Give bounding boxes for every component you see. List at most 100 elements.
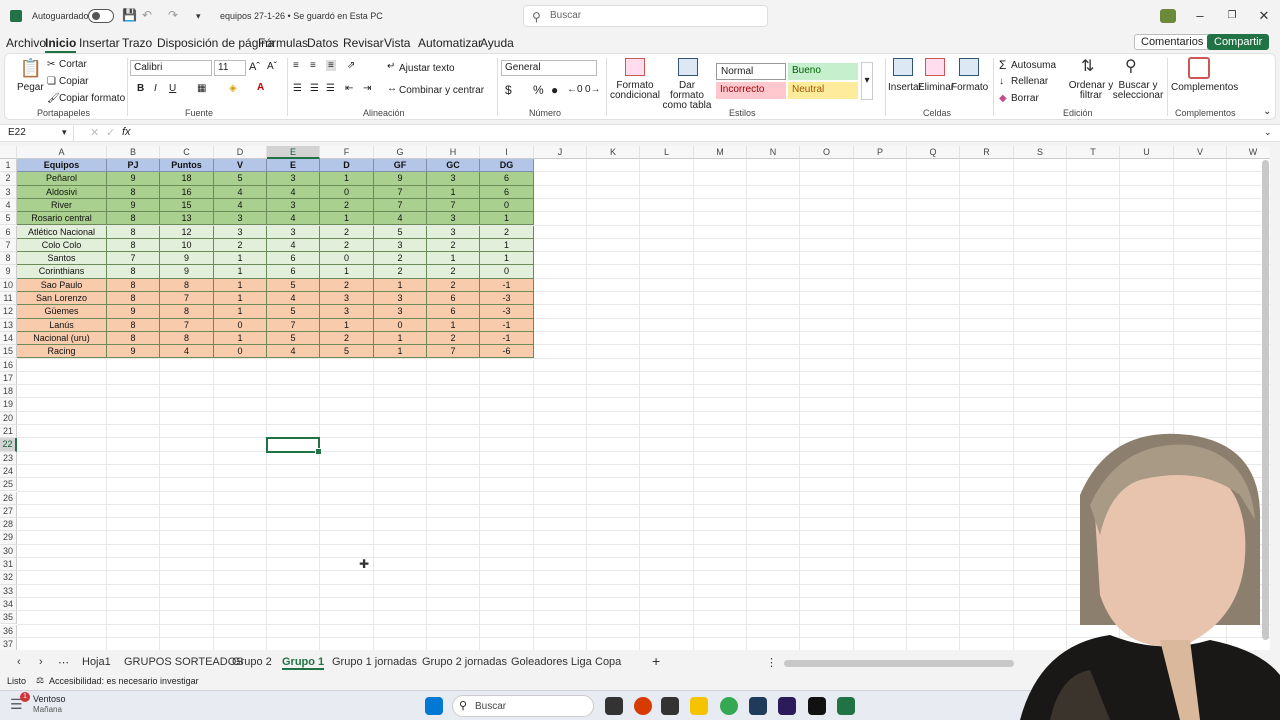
sheet-tab-grupo-2[interactable]: Grupo 2 [232, 656, 272, 668]
weather-subtitle[interactable]: Mañana [33, 705, 62, 714]
column-header-c[interactable]: C [160, 146, 214, 159]
stat-cell[interactable]: 1 [214, 331, 267, 346]
column-header-e[interactable]: E [267, 146, 320, 159]
stat-cell[interactable]: 4 [374, 212, 427, 226]
conditional-format-icon[interactable] [625, 58, 645, 76]
align-middle-icon[interactable]: ≡ [310, 60, 316, 71]
row-header-30[interactable]: 30 [0, 544, 17, 558]
stat-cell[interactable]: 5 [214, 172, 267, 186]
table-header-cell[interactable]: Equipos [17, 159, 107, 173]
stat-cell[interactable]: 2 [320, 238, 374, 253]
format-table-icon[interactable] [678, 58, 698, 76]
redo-icon[interactable]: ↷ [168, 8, 178, 22]
stat-cell[interactable]: 3 [374, 292, 427, 306]
clear-button[interactable]: Borrar [1011, 93, 1039, 104]
stat-cell[interactable]: -1 [480, 331, 534, 346]
sheet-tab-grupo-1[interactable]: Grupo 1 [282, 656, 325, 670]
weather-title[interactable]: Ventoso [33, 694, 66, 704]
sheet-tab-copa[interactable]: Copa [595, 656, 621, 668]
tab-disposicion[interactable]: Disposición de página [157, 36, 274, 50]
tab-inicio[interactable]: Inicio [45, 36, 77, 53]
row-header-11[interactable]: 11 [0, 292, 17, 306]
row-header-19[interactable]: 19 [0, 398, 17, 412]
stat-cell[interactable]: -1 [480, 318, 534, 332]
stat-cell[interactable]: 3 [214, 225, 267, 239]
team-name-cell[interactable]: San Lorenzo [17, 292, 107, 306]
stat-cell[interactable]: 1 [427, 185, 480, 199]
row-header-32[interactable]: 32 [0, 571, 17, 585]
tab-datos[interactable]: Datos [307, 36, 338, 50]
stat-cell[interactable]: 3 [427, 225, 480, 239]
row-header-24[interactable]: 24 [0, 464, 17, 479]
font-size-select[interactable]: 11 [214, 60, 246, 76]
column-header-p[interactable]: P [854, 146, 907, 159]
comments-button[interactable]: Comentarios [1134, 34, 1211, 50]
column-header-h[interactable]: H [427, 146, 480, 159]
fill-color-icon[interactable]: ◈ [229, 83, 237, 94]
team-name-cell[interactable]: Corinthians [17, 265, 107, 279]
app-icon-3[interactable] [808, 697, 826, 715]
file-explorer-icon[interactable] [690, 697, 708, 715]
team-name-cell[interactable]: Sao Paulo [17, 278, 107, 292]
row-header-25[interactable]: 25 [0, 478, 17, 492]
tab-trazo[interactable]: Trazo [122, 36, 152, 50]
insert-cells-icon[interactable] [893, 58, 913, 76]
stat-cell[interactable]: 7 [160, 318, 214, 332]
stat-cell[interactable]: 7 [107, 252, 160, 266]
stat-cell[interactable]: 18 [160, 172, 214, 186]
stat-cell[interactable]: 8 [107, 318, 160, 332]
stat-cell[interactable]: 9 [160, 265, 214, 279]
copy-button[interactable]: Copiar [59, 76, 88, 87]
row-header-1[interactable]: 1 [0, 159, 17, 173]
stat-cell[interactable]: 2 [427, 278, 480, 292]
sheet-more-icon[interactable]: ⋯ [58, 656, 69, 669]
stat-cell[interactable]: 1 [214, 292, 267, 306]
fill-icon[interactable]: ↓ [999, 76, 1004, 87]
row-header-21[interactable]: 21 [0, 425, 17, 439]
row-header-14[interactable]: 14 [0, 331, 17, 346]
paste-button[interactable]: Pegar [17, 82, 44, 93]
team-name-cell[interactable]: Racing [17, 345, 107, 359]
cancel-icon[interactable]: ✕ [90, 126, 99, 139]
align-top-icon[interactable]: ≡ [293, 60, 299, 71]
row-header-22[interactable]: 22 [0, 438, 17, 452]
merge-center-button[interactable]: Combinar y centrar [399, 85, 484, 96]
team-name-cell[interactable]: Nacional (uru) [17, 331, 107, 346]
column-header-r[interactable]: R [960, 146, 1014, 159]
stat-cell[interactable]: 2 [427, 331, 480, 346]
task-view-icon[interactable] [605, 697, 623, 715]
document-title[interactable]: equipos 27-1-26 • Se guardó en Esta PC [220, 11, 383, 21]
add-sheet-icon[interactable]: + [652, 653, 660, 669]
sheet-tab-grupos-sorteados[interactable]: GRUPOS SORTEADOS [124, 656, 244, 668]
addins-button[interactable]: Complementos [1171, 82, 1238, 93]
font-name-select[interactable]: Calibri [130, 60, 212, 76]
tab-ayuda[interactable]: Ayuda [480, 36, 514, 50]
row-header-2[interactable]: 2 [0, 172, 17, 186]
table-header-cell[interactable]: V [214, 159, 267, 173]
stat-cell[interactable]: -3 [480, 292, 534, 306]
comma-icon[interactable]: ● [551, 83, 558, 97]
column-header-d[interactable]: D [214, 146, 267, 159]
stat-cell[interactable]: 0 [214, 345, 267, 359]
stat-cell[interactable]: 6 [480, 172, 534, 186]
row-header-17[interactable]: 17 [0, 371, 17, 386]
formula-input[interactable] [146, 125, 1256, 141]
stat-cell[interactable]: 2 [480, 225, 534, 239]
row-header-37[interactable]: 37 [0, 637, 17, 650]
delete-cells-button[interactable]: Eliminar [918, 82, 954, 93]
decrease-decimal-icon[interactable]: 0→ [585, 84, 601, 95]
row-header-9[interactable]: 9 [0, 265, 17, 279]
orientation-icon[interactable]: ⇗ [347, 60, 355, 71]
number-format-select[interactable]: General [501, 60, 597, 76]
tabs-splitter-icon[interactable]: ⋮ [766, 656, 777, 669]
shrink-font-icon[interactable]: Aˇ [267, 61, 277, 72]
column-header-n[interactable]: N [747, 146, 800, 159]
stat-cell[interactable]: 2 [320, 278, 374, 292]
insert-cells-button[interactable]: Insertar [888, 82, 922, 93]
team-name-cell[interactable]: Aldosivi [17, 185, 107, 199]
stat-cell[interactable]: 7 [374, 198, 427, 213]
format-cells-icon[interactable] [959, 58, 979, 76]
stat-cell[interactable]: 1 [480, 252, 534, 266]
stat-cell[interactable]: 8 [107, 212, 160, 226]
select-all-corner[interactable] [0, 146, 17, 159]
